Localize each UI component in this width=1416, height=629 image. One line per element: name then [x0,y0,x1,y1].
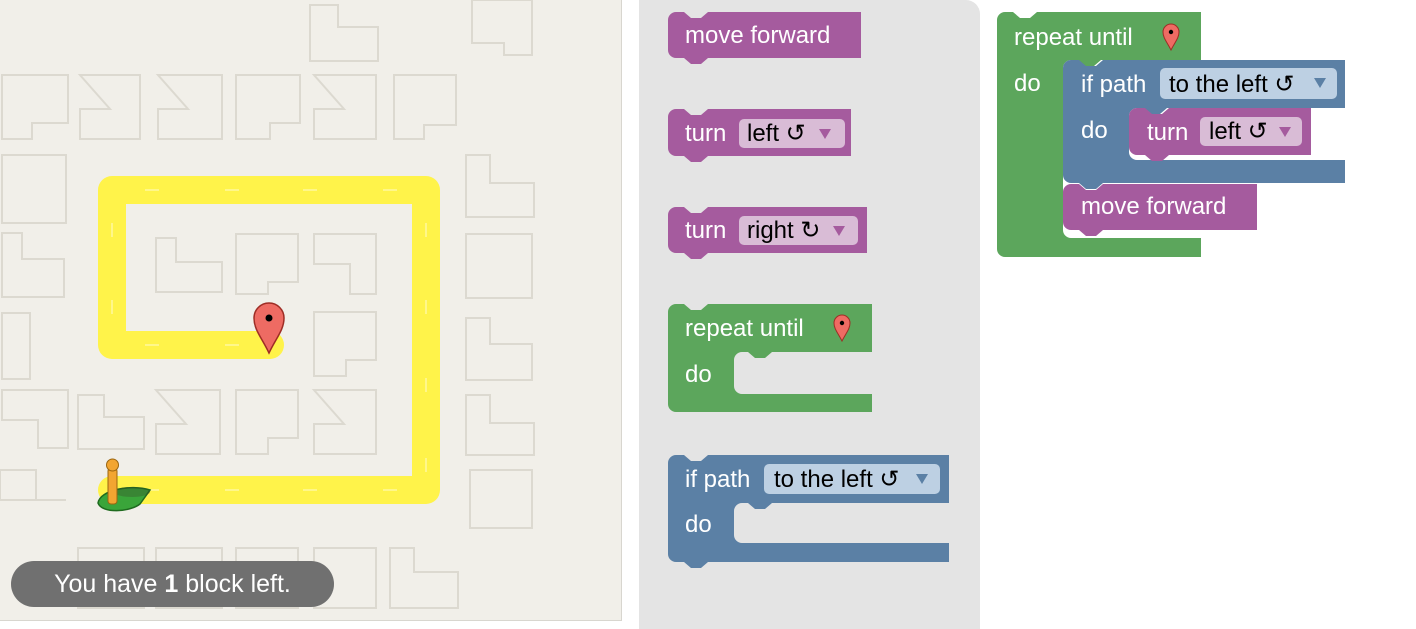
path-direction-value: to the left ↺ [774,466,900,493]
direction-dropdown-value: right ↻ [747,217,820,244]
repeat-until-label: repeat until [685,315,804,342]
toolbox-turn-left-block[interactable]: turn left ↺ [668,109,858,169]
turn-label: turn [685,217,726,244]
workspace-turn-left-block[interactable]: turn left ↺ [1129,108,1319,168]
toolbox-repeat-until-block[interactable]: repeat until do [668,304,878,416]
counter-count: 1 [164,570,179,598]
toolbox-if-path-block[interactable]: if path to the left ↺ do [668,455,958,575]
direction-dropdown-value: left ↺ [747,120,806,147]
turn-label: turn [1147,119,1188,146]
do-label: do [1081,117,1108,144]
blocks-left-counter: You have 1 block left. [11,561,334,607]
direction-dropdown-value: left ↺ [1209,118,1268,145]
counter-prefix: You have [54,570,165,598]
if-path-label: if path [1081,71,1146,98]
maze-board [0,0,535,609]
maze-area: You have 1 block left. [0,0,622,621]
counter-suffix: block left. [178,570,291,598]
do-label: do [685,511,712,538]
move-forward-label: move forward [685,22,830,49]
workspace-move-forward-block[interactable]: move forward [1063,184,1263,244]
do-label: do [1014,70,1041,97]
toolbox-move-forward-block[interactable]: move forward [668,12,868,72]
if-path-label: if path [685,466,750,493]
path-direction-value: to the left ↺ [1169,71,1295,98]
do-label: do [685,361,712,388]
repeat-until-label: repeat until [1014,24,1133,51]
toolbox-turn-right-block[interactable]: turn right ↻ [668,207,868,267]
move-forward-label: move forward [1081,193,1226,220]
turn-label: turn [685,120,726,147]
